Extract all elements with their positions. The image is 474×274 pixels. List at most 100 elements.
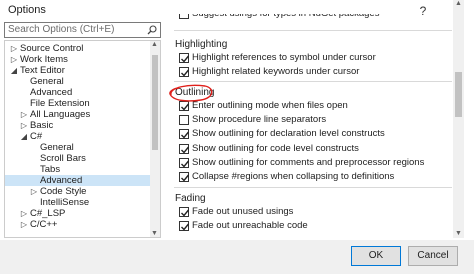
checkbox[interactable] bbox=[179, 221, 190, 231]
scroll-up-icon[interactable]: ▲ bbox=[455, 0, 462, 7]
checkbox[interactable] bbox=[179, 207, 190, 217]
option-label: Suggest usings for types in NuGet packag… bbox=[192, 14, 379, 19]
option-highlighting[interactable]: Highlight references to symbol under cur… bbox=[179, 52, 449, 65]
checkbox[interactable] bbox=[179, 157, 190, 168]
expand-arrow-icon[interactable]: ▷ bbox=[20, 208, 28, 219]
panel-scrollbar[interactable]: ▲ ▼ bbox=[453, 0, 464, 238]
checkmark-icon bbox=[181, 69, 190, 77]
checkmark-icon bbox=[181, 146, 190, 154]
panel-scrollbar-thumb[interactable] bbox=[455, 72, 462, 117]
option-outlining[interactable]: Show procedure line separators bbox=[179, 114, 449, 127]
tree-item-label: C#_LSP bbox=[30, 208, 66, 219]
ok-button[interactable]: OK bbox=[351, 246, 401, 266]
expand-arrow-icon[interactable]: ▷ bbox=[30, 186, 38, 197]
option-label: Enter outlining mode when files open bbox=[192, 100, 348, 111]
collapse-arrow-icon[interactable]: ◢ bbox=[10, 65, 18, 76]
section-divider bbox=[174, 30, 452, 31]
checkmark-icon bbox=[181, 131, 190, 139]
checkmark-icon bbox=[181, 103, 190, 111]
checkbox[interactable] bbox=[179, 172, 190, 182]
option-outlining[interactable]: Collapse #regions when collapsing to def… bbox=[179, 171, 449, 184]
expand-arrow-icon[interactable]: ▷ bbox=[20, 109, 28, 120]
search-input[interactable]: Search Options (Ctrl+E) bbox=[4, 22, 161, 38]
dialog-footer bbox=[0, 240, 474, 274]
option-outlining[interactable]: Show outlining for code level constructs bbox=[179, 143, 449, 156]
tree-item[interactable]: ◢ C# bbox=[5, 131, 150, 142]
checkbox[interactable] bbox=[179, 14, 189, 19]
option-highlighting[interactable]: Highlight related keywords under cursor bbox=[179, 66, 449, 79]
tree-item[interactable]: General bbox=[5, 142, 150, 153]
tree-scrollbar[interactable]: ▲ ▼ bbox=[150, 41, 160, 237]
tree-item[interactable]: ▷ All Languages bbox=[5, 109, 150, 120]
option-outlining[interactable]: Enter outlining mode when files open bbox=[179, 100, 449, 113]
section-title-highlighting: Highlighting bbox=[175, 39, 228, 50]
option-label: Fade out unreachable code bbox=[192, 220, 308, 231]
annotation-circle bbox=[169, 84, 213, 102]
checkbox[interactable] bbox=[179, 53, 190, 63]
tree-item[interactable]: IntelliSense bbox=[5, 197, 150, 208]
tree-item[interactable]: ▷ C#_LSP bbox=[5, 208, 150, 219]
options-tree[interactable]: ▲ ▼ ▷ Source Control ▷ Work Items ◢ Text Edit… bbox=[4, 40, 161, 238]
tree-item[interactable]: General bbox=[5, 76, 150, 87]
checkmark-icon bbox=[181, 55, 190, 63]
tree-item[interactable]: Scroll Bars bbox=[5, 153, 150, 164]
tree-item-label: Text Editor bbox=[20, 65, 65, 76]
option-outlining[interactable]: Show outlining for comments and preproce… bbox=[179, 156, 449, 170]
checkmark-icon bbox=[181, 160, 190, 168]
tree-item[interactable]: Advanced bbox=[5, 175, 150, 186]
option-label: Show procedure line separators bbox=[192, 114, 327, 126]
tree-item[interactable]: ▷ C/C++ bbox=[5, 219, 150, 230]
scroll-down-icon[interactable]: ▼ bbox=[455, 230, 462, 237]
tree-item[interactable]: ▷ Basic bbox=[5, 120, 150, 131]
tree-item[interactable]: File Extension bbox=[5, 98, 150, 109]
tree-item-label: All Languages bbox=[30, 109, 91, 120]
expand-arrow-icon[interactable]: ▷ bbox=[10, 43, 18, 54]
tree-item-label: C# bbox=[30, 131, 43, 142]
checkmark-icon bbox=[181, 223, 190, 231]
section-divider bbox=[174, 187, 452, 188]
expand-arrow-icon[interactable]: ▷ bbox=[20, 219, 28, 230]
checkmark-icon bbox=[181, 209, 190, 217]
tree-item-label: Basic bbox=[30, 120, 54, 131]
expand-arrow-icon[interactable]: ▷ bbox=[20, 120, 28, 131]
tree-item-label: Source Control bbox=[20, 43, 84, 54]
tree-item[interactable]: ▷ Work Items bbox=[5, 54, 150, 65]
partial-option[interactable]: Suggest usings for types in NuGet packag… bbox=[179, 14, 449, 20]
option-label: Highlight references to symbol under cur… bbox=[192, 52, 376, 63]
checkbox[interactable] bbox=[179, 143, 190, 154]
option-label: Show outlining for comments and preproce… bbox=[192, 156, 425, 168]
collapse-arrow-icon[interactable]: ◢ bbox=[20, 131, 28, 142]
cancel-button[interactable]: Cancel bbox=[408, 246, 458, 266]
tree-item-label: Advanced bbox=[30, 87, 73, 98]
search-icon bbox=[147, 25, 157, 35]
expand-arrow-icon[interactable]: ▷ bbox=[10, 54, 18, 65]
tree-item-label: Code Style bbox=[40, 186, 87, 197]
option-fading[interactable]: Fade out unreachable code bbox=[179, 220, 449, 233]
option-label: Collapse #regions when collapsing to def… bbox=[192, 171, 395, 182]
option-fading[interactable]: Fade out unused usings bbox=[179, 206, 449, 219]
scroll-down-icon[interactable]: ▼ bbox=[151, 230, 158, 237]
section-divider bbox=[174, 81, 452, 82]
tree-item[interactable]: Advanced bbox=[5, 87, 150, 98]
section-title-fading: Fading bbox=[175, 193, 206, 204]
checkbox[interactable] bbox=[179, 115, 189, 126]
tree-item[interactable]: ◢ Text Editor bbox=[5, 65, 150, 76]
scroll-up-icon[interactable]: ▲ bbox=[151, 41, 158, 48]
tree-item[interactable]: ▷ Code Style bbox=[5, 186, 150, 197]
tree-item-label: Tabs bbox=[40, 164, 61, 175]
tree-item-label: C/C++ bbox=[30, 219, 58, 230]
checkbox[interactable] bbox=[179, 129, 190, 140]
tree-item-label: IntelliSense bbox=[40, 197, 90, 208]
tree-item-label: Scroll Bars bbox=[40, 153, 86, 164]
tree-item[interactable]: ▷ Source Control bbox=[5, 43, 150, 54]
tree-item[interactable]: Tabs bbox=[5, 164, 150, 175]
option-label: Show outlining for declaration level con… bbox=[192, 128, 385, 140]
checkmark-icon bbox=[181, 174, 190, 182]
option-label: Highlight related keywords under cursor bbox=[192, 66, 360, 77]
checkbox[interactable] bbox=[179, 67, 190, 77]
tree-scrollbar-thumb[interactable] bbox=[152, 55, 158, 150]
option-outlining[interactable]: Show outlining for declaration level con… bbox=[179, 128, 449, 141]
tree-item-label: Advanced bbox=[40, 175, 83, 186]
tree-item-label: Work Items bbox=[20, 54, 68, 65]
tree-item-label: General bbox=[40, 142, 74, 153]
